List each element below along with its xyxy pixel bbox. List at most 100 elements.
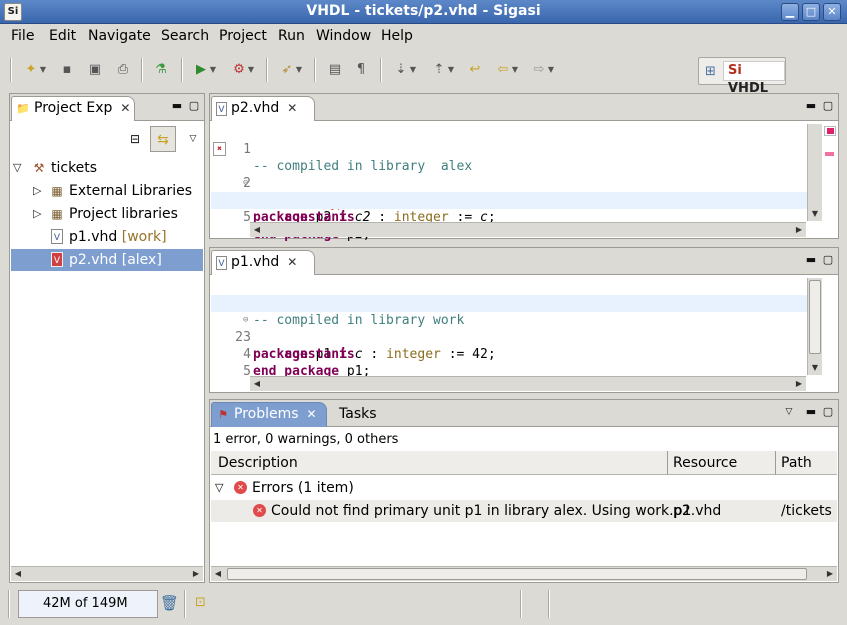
problem-path: /tickets xyxy=(781,503,832,519)
print-icon[interactable]: ⎙ xyxy=(112,59,134,81)
maximize-view-icon[interactable]: ▢ xyxy=(821,405,835,419)
editor-p1-tabbar: Vp1.vhd ✕ ▬ ▢ xyxy=(210,248,838,275)
close-window-button[interactable]: ✕ xyxy=(823,3,841,21)
menu-file[interactable]: File xyxy=(11,28,34,44)
editor-p1-horizontal-scrollbar[interactable]: ◀ ▶ xyxy=(250,376,806,391)
error-overview-marker[interactable] xyxy=(827,128,834,134)
code-editor-p2[interactable]: 1 -- compiled in library alex ✖ 2 use wo… xyxy=(211,124,822,242)
menu-help[interactable]: Help xyxy=(381,28,413,44)
tab-project-explorer[interactable]: 📁 Project Exp ✕ xyxy=(11,96,135,121)
new-dropdown-icon[interactable]: ▼ xyxy=(38,59,48,81)
minimize-button[interactable]: ▁ xyxy=(781,3,799,21)
editor-p2-vertical-scrollbar[interactable]: ▼ xyxy=(807,124,822,221)
column-description[interactable]: Description xyxy=(218,451,298,475)
problems-horizontal-scrollbar[interactable]: ◀ ▶ xyxy=(211,566,837,581)
maximize-view-icon[interactable]: ▢ xyxy=(187,99,201,113)
maximize-view-icon[interactable]: ▢ xyxy=(821,253,835,267)
minimize-view-icon[interactable]: ▬ xyxy=(804,253,818,267)
error-annotation-marker[interactable] xyxy=(825,152,834,156)
perspective-vhdl-button[interactable]: Si VHDL xyxy=(723,61,785,96)
scroll-right-icon[interactable]: ▶ xyxy=(792,223,806,237)
expand-toggle-icon[interactable]: ▽ xyxy=(13,157,21,179)
external-tools-dropdown-icon[interactable]: ▼ xyxy=(246,59,256,81)
close-icon[interactable]: ✕ xyxy=(307,407,317,421)
forward-dropdown-icon[interactable]: ▼ xyxy=(546,59,556,81)
tab-p1-vhd[interactable]: Vp1.vhd ✕ xyxy=(211,250,315,275)
trash-icon[interactable]: 🗑 xyxy=(160,594,179,612)
scroll-right-icon[interactable]: ▶ xyxy=(823,567,837,581)
back-dropdown-icon[interactable]: ▼ xyxy=(510,59,520,81)
code-editor-p1[interactable]: 1 -- compiled in library work ⊖ 2 packag… xyxy=(211,278,822,379)
problems-group-row[interactable]: ▽ ✕ Errors (1 item) xyxy=(211,477,837,499)
scroll-thumb[interactable] xyxy=(809,280,821,354)
minimize-view-icon[interactable]: ▬ xyxy=(170,99,184,113)
tab-p2-label: p2.vhd xyxy=(231,100,280,116)
tree-item-project-libraries[interactable]: ▷ ▦ Project libraries xyxy=(11,203,203,225)
column-resource[interactable]: Resource xyxy=(673,451,737,475)
close-icon[interactable]: ✕ xyxy=(287,101,297,115)
link-dropdown-icon[interactable]: ▼ xyxy=(294,59,304,81)
tree-item-tickets[interactable]: ▽ ⚒ tickets xyxy=(11,157,203,179)
collapse-toggle-icon[interactable]: ▷ xyxy=(33,180,41,202)
tab-p2-vhd[interactable]: Vp2.vhd ✕ xyxy=(211,96,315,121)
editor-p1-vertical-scrollbar[interactable]: ▼ xyxy=(807,278,822,375)
scroll-down-icon[interactable]: ▼ xyxy=(808,207,822,221)
column-separator[interactable] xyxy=(667,451,668,475)
scroll-left-icon[interactable]: ◀ xyxy=(250,223,264,237)
next-annotation-dropdown-icon[interactable]: ▼ xyxy=(408,59,418,81)
flask-icon[interactable]: ⚗ xyxy=(150,59,172,81)
close-icon[interactable]: ✕ xyxy=(287,255,297,269)
tree-item-p2-vhd[interactable]: V p2.vhd [alex] xyxy=(11,249,203,271)
maximize-view-icon[interactable]: ▢ xyxy=(821,99,835,113)
collapse-toggle-icon[interactable]: ▷ xyxy=(33,203,41,225)
editor-p2-horizontal-scrollbar[interactable]: ◀ ▶ xyxy=(250,222,806,237)
save-icon[interactable]: ▪ xyxy=(56,59,78,81)
scroll-right-icon[interactable]: ▶ xyxy=(792,377,806,391)
tab-tasks[interactable]: Tasks xyxy=(339,406,377,422)
collapse-all-icon[interactable]: ⊟ xyxy=(128,132,142,146)
toggle-block-icon[interactable]: ▤ xyxy=(324,59,346,81)
tab-problems[interactable]: ⚑ Problems ✕ xyxy=(211,402,327,427)
problem-description: Could not find primary unit p1 in librar… xyxy=(271,503,692,519)
table-row[interactable]: ✕ Could not find primary unit p1 in libr… xyxy=(211,500,837,522)
previous-annotation-dropdown-icon[interactable]: ▼ xyxy=(446,59,456,81)
code-line: 5 xyxy=(211,346,822,379)
tree-item-external-libraries[interactable]: ▷ ▦ External Libraries xyxy=(11,180,203,202)
code-line: ⊖ 3 package p2 is xyxy=(211,158,822,225)
save-all-icon[interactable]: ▣ xyxy=(84,59,106,81)
run-dropdown-icon[interactable]: ▼ xyxy=(208,59,218,81)
menu-search[interactable]: Search xyxy=(161,28,209,44)
menu-window[interactable]: Window xyxy=(316,28,371,44)
scroll-left-icon[interactable]: ◀ xyxy=(211,567,225,581)
scroll-left-icon[interactable]: ◀ xyxy=(250,377,264,391)
menu-project[interactable]: Project xyxy=(219,28,267,44)
menu-edit[interactable]: Edit xyxy=(49,28,76,44)
menu-navigate[interactable]: Navigate xyxy=(88,28,151,44)
perspective-prefix: Si xyxy=(728,63,742,78)
scroll-thumb[interactable] xyxy=(227,568,807,580)
tree-item-p1-vhd[interactable]: V p1.vhd [work] xyxy=(11,226,203,248)
column-path[interactable]: Path xyxy=(781,451,812,475)
maximize-button[interactable]: □ xyxy=(802,3,820,21)
minimize-view-icon[interactable]: ▬ xyxy=(804,405,818,419)
expand-toggle-icon[interactable]: ▽ xyxy=(215,477,223,499)
error-marker-icon[interactable]: ✖ xyxy=(213,142,226,156)
error-icon: ✕ xyxy=(234,481,247,494)
column-separator[interactable] xyxy=(775,451,776,475)
last-edit-icon[interactable]: ↩ xyxy=(464,59,486,81)
heap-status[interactable]: 42M of 149M xyxy=(18,590,158,618)
open-perspective-icon[interactable]: ⊞ xyxy=(705,64,716,79)
scroll-left-icon[interactable]: ◀ xyxy=(11,567,25,581)
menu-run[interactable]: Run xyxy=(278,28,305,44)
link-with-editor-icon[interactable]: ⇆ xyxy=(150,126,176,152)
tree-item-label: p1.vhd xyxy=(69,229,118,245)
view-menu-icon[interactable]: ▽ xyxy=(782,405,796,419)
view-menu-icon[interactable]: ▽ xyxy=(186,132,200,146)
close-icon[interactable]: ✕ xyxy=(120,101,130,115)
explorer-horizontal-scrollbar[interactable]: ◀ ▶ xyxy=(11,566,203,581)
pilcrow-icon[interactable]: ¶ xyxy=(350,59,372,81)
scroll-down-icon[interactable]: ▼ xyxy=(808,361,822,375)
fast-view-icon[interactable]: ⊡ xyxy=(195,595,206,610)
minimize-view-icon[interactable]: ▬ xyxy=(804,99,818,113)
scroll-right-icon[interactable]: ▶ xyxy=(189,567,203,581)
